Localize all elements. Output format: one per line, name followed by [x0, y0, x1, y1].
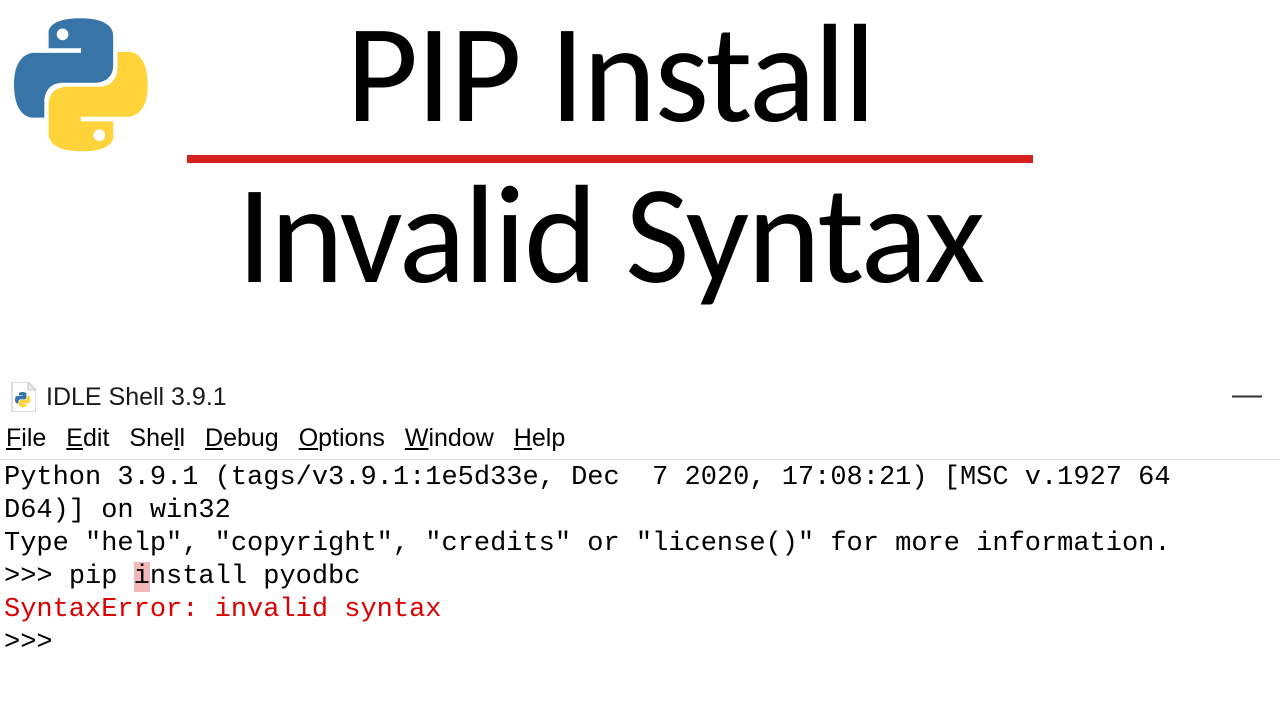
cmd-highlight: i [134, 562, 150, 592]
menu-debug[interactable]: Debug [205, 424, 279, 453]
prompt-2: >>> [4, 628, 69, 658]
minimize-button[interactable]: — [1232, 387, 1262, 408]
title-line2: Invalid Syntax [170, 161, 1050, 308]
banner-line2: D64)] on win32 [4, 496, 231, 526]
cmd-suffix: nstall pyodbc [150, 562, 361, 592]
menu-help[interactable]: Help [514, 424, 565, 453]
banner-line1: Python 3.9.1 (tags/v3.9.1:1e5d33e, Dec 7… [4, 463, 1171, 493]
idle-window: IDLE Shell 3.9.1 — File Edit Shell Debug… [0, 378, 1280, 662]
menu-edit[interactable]: Edit [66, 424, 109, 453]
error-text: SyntaxError: invalid syntax [4, 595, 441, 625]
prompt-1: >>> [4, 562, 69, 592]
title-line1: PIP Install [170, 0, 1050, 147]
python-logo-icon [14, 18, 148, 152]
banner-line3: Type "help", "copyright", "credits" or "… [4, 529, 1171, 559]
menu-bar: File Edit Shell Debug Options Window Hel… [0, 416, 1280, 460]
menu-file[interactable]: File [6, 424, 46, 453]
idle-titlebar: IDLE Shell 3.9.1 — [0, 378, 1280, 416]
menu-options[interactable]: Options [299, 424, 385, 453]
python-file-icon [10, 382, 36, 412]
window-title: IDLE Shell 3.9.1 [46, 383, 227, 412]
header-section: PIP Install Invalid Syntax [0, 0, 1280, 330]
menu-shell[interactable]: Shell [129, 424, 185, 453]
shell-content[interactable]: Python 3.9.1 (tags/v3.9.1:1e5d33e, Dec 7… [0, 460, 1280, 662]
title-block: PIP Install Invalid Syntax [170, 0, 1050, 308]
cmd-prefix: pip [69, 562, 134, 592]
menu-window[interactable]: Window [405, 424, 494, 453]
